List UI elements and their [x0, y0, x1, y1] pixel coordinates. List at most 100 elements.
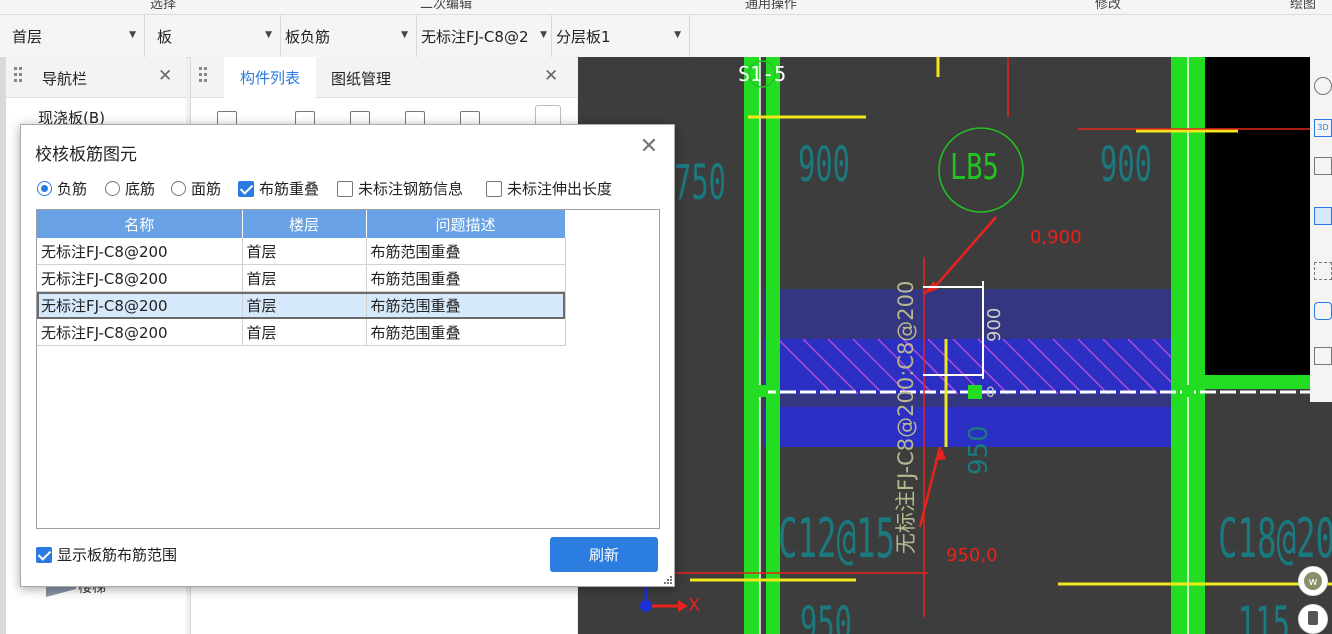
- rebar-label-c12: C12@15: [778, 507, 896, 570]
- wall-left: [744, 57, 760, 634]
- 3d-view-icon[interactable]: 3D: [1314, 119, 1332, 137]
- close-icon[interactable]: ✕: [638, 136, 660, 158]
- tool-badge[interactable]: [1298, 604, 1328, 634]
- dim-label-750: 750: [674, 155, 727, 211]
- top-view-icon[interactable]: [1314, 157, 1332, 175]
- ribbon-label: 通用操作: [745, 0, 798, 12]
- radio-bottom-bar-label: 底筋: [125, 180, 156, 198]
- list-icon[interactable]: [1314, 347, 1332, 365]
- tab-drawing-mgmt[interactable]: 图纸管理: [331, 68, 391, 89]
- cell-floor: 首层: [242, 318, 367, 346]
- checkbox-indicator[interactable]: [36, 546, 52, 563]
- checkbox-show-range[interactable]: 显示板筋布筋范围: [36, 544, 177, 565]
- view-toolbar: 3D: [1310, 57, 1332, 402]
- tab-component-list[interactable]: 构件列表: [224, 57, 316, 100]
- dim-label-115-bottom: 115: [1238, 597, 1291, 634]
- dim-label-950-small: 950: [964, 425, 994, 475]
- component-type-select[interactable]: 板负筋 ▼: [281, 15, 417, 57]
- grip-point[interactable]: [968, 385, 982, 399]
- checkbox-show-range-label: 显示板筋布筋范围: [57, 546, 178, 564]
- checkbox-overlap[interactable]: 布筋重叠: [238, 178, 319, 199]
- selector-toolbar: 首层 ▼ 板 ▼ 板负筋 ▼ 无标注FJ-C8@2 ▼ 分层板1 ▼: [0, 15, 1332, 58]
- issues-table-container[interactable]: 名称 楼层 问题描述 无标注FJ-C8@200 首层 布筋范围重叠 无标注FJ-…: [36, 209, 660, 529]
- chevron-down-icon: ▼: [129, 30, 136, 40]
- w-icon: w: [1304, 572, 1322, 590]
- radio-indicator[interactable]: [105, 181, 120, 196]
- drag-grip-icon[interactable]: [199, 67, 209, 87]
- cell-desc: 布筋范围重叠: [366, 318, 566, 346]
- radio-top-bar-label: 面筋: [191, 180, 222, 198]
- radio-indicator[interactable]: [171, 181, 186, 196]
- radio-bottom-bar[interactable]: 底筋: [105, 178, 155, 199]
- component-type-select-value: 板负筋: [285, 27, 331, 46]
- isolate-icon[interactable]: [1314, 302, 1332, 320]
- chevron-down-icon: ▼: [674, 30, 681, 40]
- table-row-selected[interactable]: 无标注FJ-C8@200 首层 布筋范围重叠: [37, 291, 566, 319]
- column-header-name[interactable]: 名称: [37, 210, 243, 238]
- coord-label-bottom: 950,0: [946, 545, 998, 566]
- column-header-floor[interactable]: 楼层: [242, 210, 367, 238]
- checkbox-indicator[interactable]: [337, 180, 353, 197]
- nav-panel-header: 导航栏 ✕: [6, 57, 186, 98]
- dim-label-900-left: 900: [798, 137, 851, 193]
- issues-table: 名称 楼层 问题描述 无标注FJ-C8@200 首层 布筋范围重叠 无标注FJ-…: [37, 210, 566, 346]
- cell-floor: 首层: [242, 238, 367, 265]
- refresh-button[interactable]: 刷新: [550, 537, 658, 572]
- box-view-icon[interactable]: [1314, 207, 1332, 225]
- orbit-icon[interactable]: [1314, 77, 1332, 95]
- chevron-down-icon: ▼: [540, 30, 547, 40]
- component-select-value: 无标注FJ-C8@2: [421, 27, 529, 46]
- drag-grip-icon[interactable]: [14, 67, 24, 87]
- checkbox-no-rebar-info[interactable]: 未标注钢筋信息: [337, 178, 463, 199]
- ribbon-label: 二次编辑: [420, 0, 473, 12]
- cell-name: 无标注FJ-C8@200: [37, 238, 243, 265]
- grip-point[interactable]: [756, 385, 768, 397]
- ribbon-strip: 选择 二次编辑 通用操作 修改 绘图: [0, 0, 1332, 15]
- assistant-badge[interactable]: w: [1298, 566, 1328, 596]
- checkbox-indicator[interactable]: [238, 180, 254, 197]
- cell-floor: 首层: [242, 291, 367, 319]
- checkbox-overlap-label: 布筋重叠: [259, 180, 320, 198]
- cell-name: 无标注FJ-C8@200: [37, 291, 243, 319]
- ribbon-label: 修改: [1095, 0, 1122, 12]
- floor-select[interactable]: 首层 ▼: [0, 15, 145, 57]
- dim-label-900-vertical: 900: [984, 307, 1005, 342]
- cell-name: 无标注FJ-C8@200: [37, 264, 243, 292]
- table-row[interactable]: 无标注FJ-C8@200 首层 布筋范围重叠: [37, 318, 566, 346]
- device-icon: [1308, 611, 1318, 625]
- component-select[interactable]: 无标注FJ-C8@2 ▼: [417, 15, 552, 57]
- check-rebar-dialog: 校核板筋图元 ✕ 负筋 底筋 面筋 布筋重叠 未标注钢筋信息 未标注伸出长度 名…: [20, 124, 675, 587]
- dim-label-900-right: 900: [1100, 137, 1153, 193]
- zoom-window-icon[interactable]: [1314, 262, 1332, 280]
- ribbon-label: 选择: [150, 0, 177, 12]
- checkbox-indicator[interactable]: [486, 180, 502, 197]
- dim-label-zero: 0: [986, 385, 995, 401]
- layer-select-value: 分层板1: [556, 27, 611, 46]
- table-row[interactable]: 无标注FJ-C8@200 首层 布筋范围重叠: [37, 264, 566, 292]
- resize-grip-icon[interactable]: [664, 576, 672, 584]
- cell-name: 无标注FJ-C8@200: [37, 318, 243, 346]
- category-select[interactable]: 板 ▼: [145, 15, 281, 57]
- drawing-canvas[interactable]: S1-5 LB5 900 900 750 0,900 950,0 无标注FJ-C…: [578, 57, 1332, 634]
- radio-indicator[interactable]: [37, 181, 52, 196]
- dialog-title: 校核板筋图元: [35, 145, 137, 165]
- close-icon[interactable]: ✕: [158, 66, 172, 86]
- floor-select-value: 首层: [12, 27, 43, 46]
- axis-label-s15: S1-5: [738, 62, 787, 86]
- column-header-desc[interactable]: 问题描述: [366, 210, 566, 238]
- radio-neg-bar[interactable]: 负筋: [37, 178, 87, 199]
- ribbon-label: 绘图: [1290, 0, 1317, 12]
- checkbox-no-rebar-info-label: 未标注钢筋信息: [358, 180, 464, 198]
- coord-label-top: 0,900: [1030, 227, 1082, 248]
- close-icon[interactable]: ✕: [544, 66, 558, 86]
- grip-point[interactable]: [1182, 385, 1194, 397]
- axis-x-label: X: [688, 595, 701, 616]
- checkbox-no-extension-label: 未标注伸出长度: [507, 180, 613, 198]
- chevron-down-icon: ▼: [401, 30, 408, 40]
- slab-label-lb5: LB5: [950, 147, 999, 188]
- checkbox-no-extension[interactable]: 未标注伸出长度: [486, 178, 612, 199]
- nav-panel-title: 导航栏: [42, 70, 88, 88]
- table-row[interactable]: 无标注FJ-C8@200 首层 布筋范围重叠: [37, 238, 566, 265]
- layer-select[interactable]: 分层板1 ▼: [552, 15, 690, 57]
- radio-top-bar[interactable]: 面筋: [171, 178, 221, 199]
